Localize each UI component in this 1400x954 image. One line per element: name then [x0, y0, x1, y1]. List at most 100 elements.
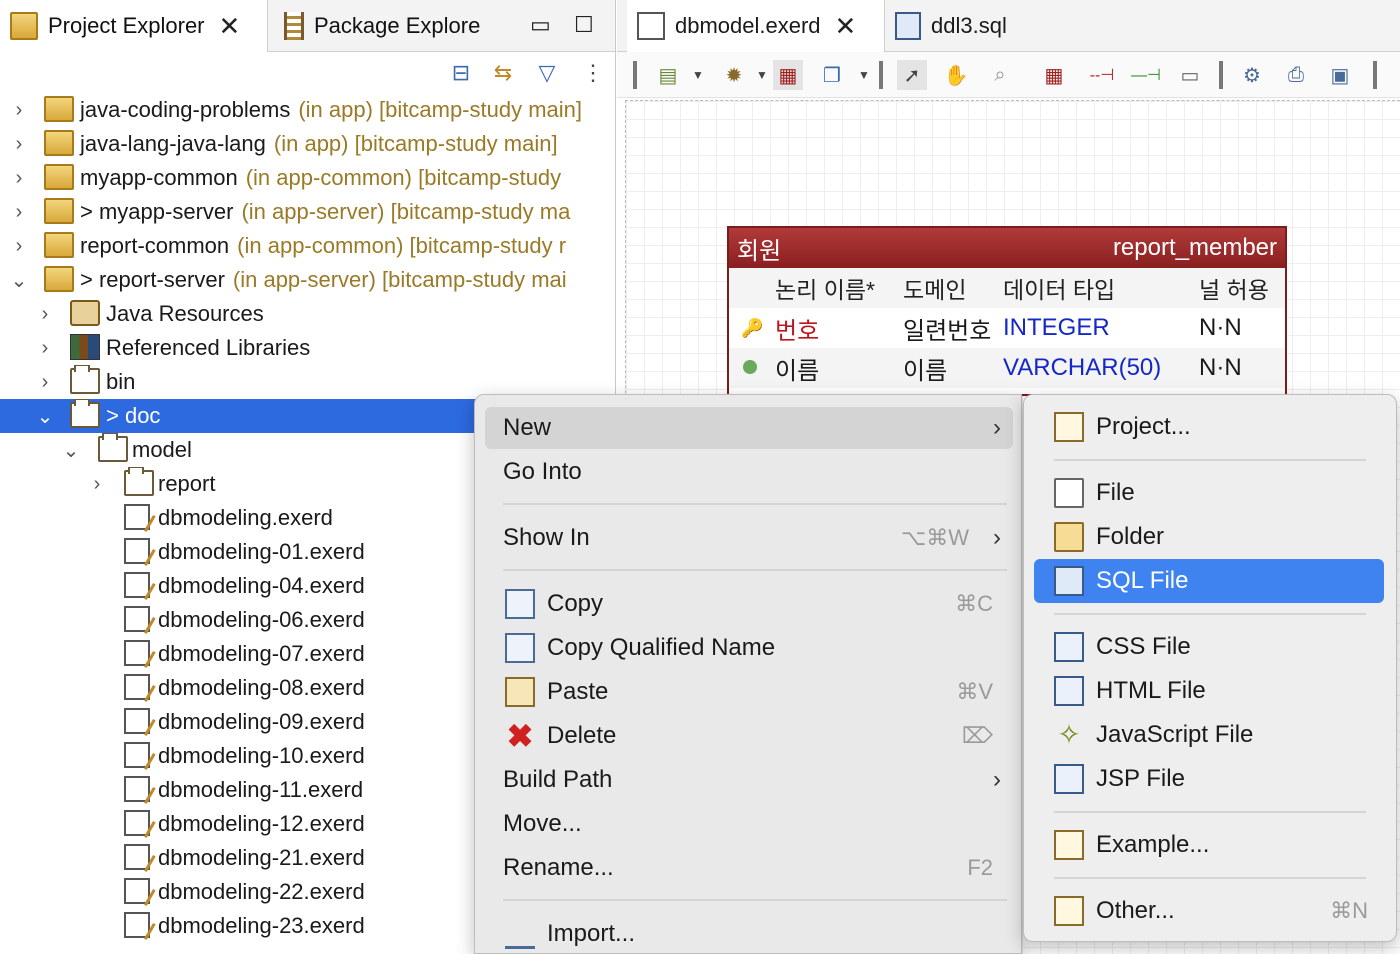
tab-project-explorer[interactable]: Project Explorer ✕ [0, 0, 268, 52]
menu-item-build-path[interactable]: Build Path › [485, 759, 1013, 801]
relation-identifying-icon[interactable]: —⊣ [1131, 60, 1161, 90]
menu-item-delete[interactable]: ✖ Delete ⌦ [485, 715, 1013, 757]
zoom-icon[interactable]: ⌕ [985, 60, 1015, 90]
tab-package-explorer[interactable]: Package Explore [278, 0, 518, 52]
jsp-file-icon [1054, 764, 1084, 794]
chevron-right-icon[interactable]: › [8, 235, 30, 258]
tree-item-name: bin [106, 369, 136, 394]
submenu-item-other[interactable]: Other... ⌘N [1034, 889, 1384, 933]
menu-item-show-in[interactable]: Show In ⌥⌘W › [485, 517, 1013, 559]
submenu-item-sql-file[interactable]: SQL File [1034, 559, 1384, 603]
chevron-right-icon[interactable]: › [34, 371, 56, 394]
exerd-file-icon [124, 742, 150, 768]
relation-nonidentifying-icon[interactable]: --⊣ [1087, 60, 1117, 90]
editor-tab-bar: dbmodel.exerd ✕ ddl3.sql [617, 0, 1400, 52]
tab-ddl3-sql[interactable]: ddl3.sql [891, 0, 1051, 52]
submenu-item-file[interactable]: File [1034, 471, 1384, 515]
chevron-down-icon[interactable]: ▼ [849, 60, 879, 90]
tab-dbmodel-exerd[interactable]: dbmodel.exerd ✕ [627, 0, 885, 52]
menu-item-copy-qualified-name[interactable]: Copy Qualified Name [485, 627, 1013, 669]
maximize-icon[interactable]: ☐ [574, 12, 594, 38]
exerd-file-icon [124, 878, 150, 904]
tree-item-name: dbmodeling-04.exerd [158, 573, 365, 598]
image-export-icon[interactable]: ▣ [1325, 60, 1355, 90]
tree-item-folder[interactable]: › Referenced Libraries [0, 331, 615, 365]
css-file-icon [1054, 632, 1084, 662]
chevron-right-icon[interactable]: › [8, 99, 30, 122]
chevron-right-icon[interactable]: › [8, 133, 30, 156]
tree-item-label: bin [106, 369, 135, 395]
chevron-right-icon[interactable]: › [86, 473, 108, 496]
submenu-item-label: Project... [1096, 413, 1191, 440]
chevron-down-icon[interactable]: ⌄ [8, 268, 30, 293]
chevron-right-icon: › [993, 766, 1001, 793]
new-table-icon[interactable]: ▦ [1039, 60, 1069, 90]
submenu-item-jsp-file[interactable]: JSP File [1034, 757, 1384, 801]
close-icon[interactable]: ✕ [835, 13, 857, 39]
link-with-editor-icon[interactable]: ⇆ [488, 58, 518, 88]
chevron-right-icon[interactable]: › [8, 167, 30, 190]
view-menu-icon[interactable]: ⋮ [578, 58, 608, 88]
project-icon [44, 130, 74, 156]
menu-item-label: Build Path [503, 766, 613, 793]
submenu-item-label: CSS File [1096, 633, 1191, 660]
chevron-down-icon[interactable]: ▼ [683, 60, 713, 90]
minimize-icon[interactable]: ▭ [530, 12, 551, 38]
primary-key-icon: 🔑 [741, 317, 764, 338]
menu-item-move[interactable]: Move... [485, 803, 1013, 845]
submenu-item-folder[interactable]: Folder [1034, 515, 1384, 559]
entity-header: 회원 report_member [729, 228, 1285, 268]
menu-item-label: Delete [547, 722, 617, 749]
new-folder-icon [1054, 522, 1084, 552]
tree-item-project[interactable]: › java-coding-problems (in app) [bitcamp-s… [0, 93, 615, 127]
new-project-icon [1054, 412, 1084, 442]
entity-table[interactable]: 회원 report_member 논리 이름* 도메인 데이터 타입 널 허용 … [727, 226, 1287, 396]
chevron-down-icon[interactable]: ⌄ [34, 404, 56, 429]
copy-diagram-icon[interactable]: ❐ [817, 60, 847, 90]
chevron-right-icon[interactable]: › [34, 303, 56, 326]
tree-item-project[interactable]: › > myapp-server (in app-server) [bitcamp-… [0, 195, 615, 229]
tree-item-name: dbmodeling.exerd [158, 505, 333, 530]
tree-item-project[interactable]: › myapp-common (in app-common) [bitcamp-st… [0, 161, 615, 195]
menu-item-import[interactable]: Import... [485, 913, 1013, 953]
submenu-item-javascript-file[interactable]: ✧ JavaScript File [1034, 713, 1384, 757]
collapse-all-icon[interactable]: ⊟ [446, 58, 476, 88]
tree-item-folder[interactable]: › Java Resources [0, 297, 615, 331]
submenu-item-css-file[interactable]: CSS File [1034, 625, 1384, 669]
chevron-right-icon[interactable]: › [34, 337, 56, 360]
close-icon[interactable]: ✕ [219, 13, 241, 39]
exerd-file-icon [124, 844, 150, 870]
menu-item-new[interactable]: New › [485, 407, 1013, 449]
menu-item-paste[interactable]: Paste ⌘V [485, 671, 1013, 713]
tree-item-project[interactable]: ⌄ > report-server (in app-server) [bitcamp… [0, 263, 615, 297]
view-tab-bar: Project Explorer ✕ Package Explore ▭ ☐ [0, 0, 615, 52]
tree-item-label: java-coding-problems (in app) [bitcamp-st… [80, 97, 582, 123]
table-view-icon[interactable]: ▦ [773, 60, 803, 90]
layout-icon[interactable]: ▤ [653, 60, 683, 90]
submenu-item-example[interactable]: Example... [1034, 823, 1384, 867]
export-icon[interactable]: ⚙ [1237, 60, 1267, 90]
menu-item-copy[interactable]: Copy ⌘C [485, 583, 1013, 625]
chevron-down-icon[interactable]: ⌄ [60, 438, 82, 463]
settings-icon[interactable]: ✹ [719, 60, 749, 90]
folder-icon [124, 467, 154, 496]
filter-icon[interactable]: ▽ [532, 58, 562, 88]
menu-item-rename[interactable]: Rename... F2 [485, 847, 1013, 889]
entity-attribute-row[interactable]: 🔑 번호 일련번호 INTEGER N·N [729, 308, 1285, 348]
note-icon[interactable]: ▭ [1175, 60, 1205, 90]
menu-item-label: Paste [547, 678, 609, 705]
print-icon[interactable]: ⎙ [1281, 60, 1311, 90]
tree-item-project[interactable]: › java-lang-java-lang (in app) [bitcamp-st… [0, 127, 615, 161]
tree-item-label: dbmodeling-08.exerd [158, 675, 365, 701]
tree-item-label: Java Resources [106, 301, 264, 327]
tree-item-project[interactable]: › report-common (in app-common) [bitcamp-s… [0, 229, 615, 263]
hand-icon[interactable]: ✋ [941, 60, 971, 90]
menu-item-go-into[interactable]: Go Into [485, 451, 1013, 493]
folder-icon [70, 399, 100, 428]
submenu-item-html-file[interactable]: HTML File [1034, 669, 1384, 713]
chevron-right-icon[interactable]: › [8, 201, 30, 224]
menu-item-label: New [503, 414, 552, 441]
entity-attribute-row[interactable]: 이름 이름 VARCHAR(50) N·N [729, 348, 1285, 388]
submenu-item-project[interactable]: Project... [1034, 405, 1384, 449]
select-pointer-icon[interactable]: ➚ [897, 60, 927, 90]
